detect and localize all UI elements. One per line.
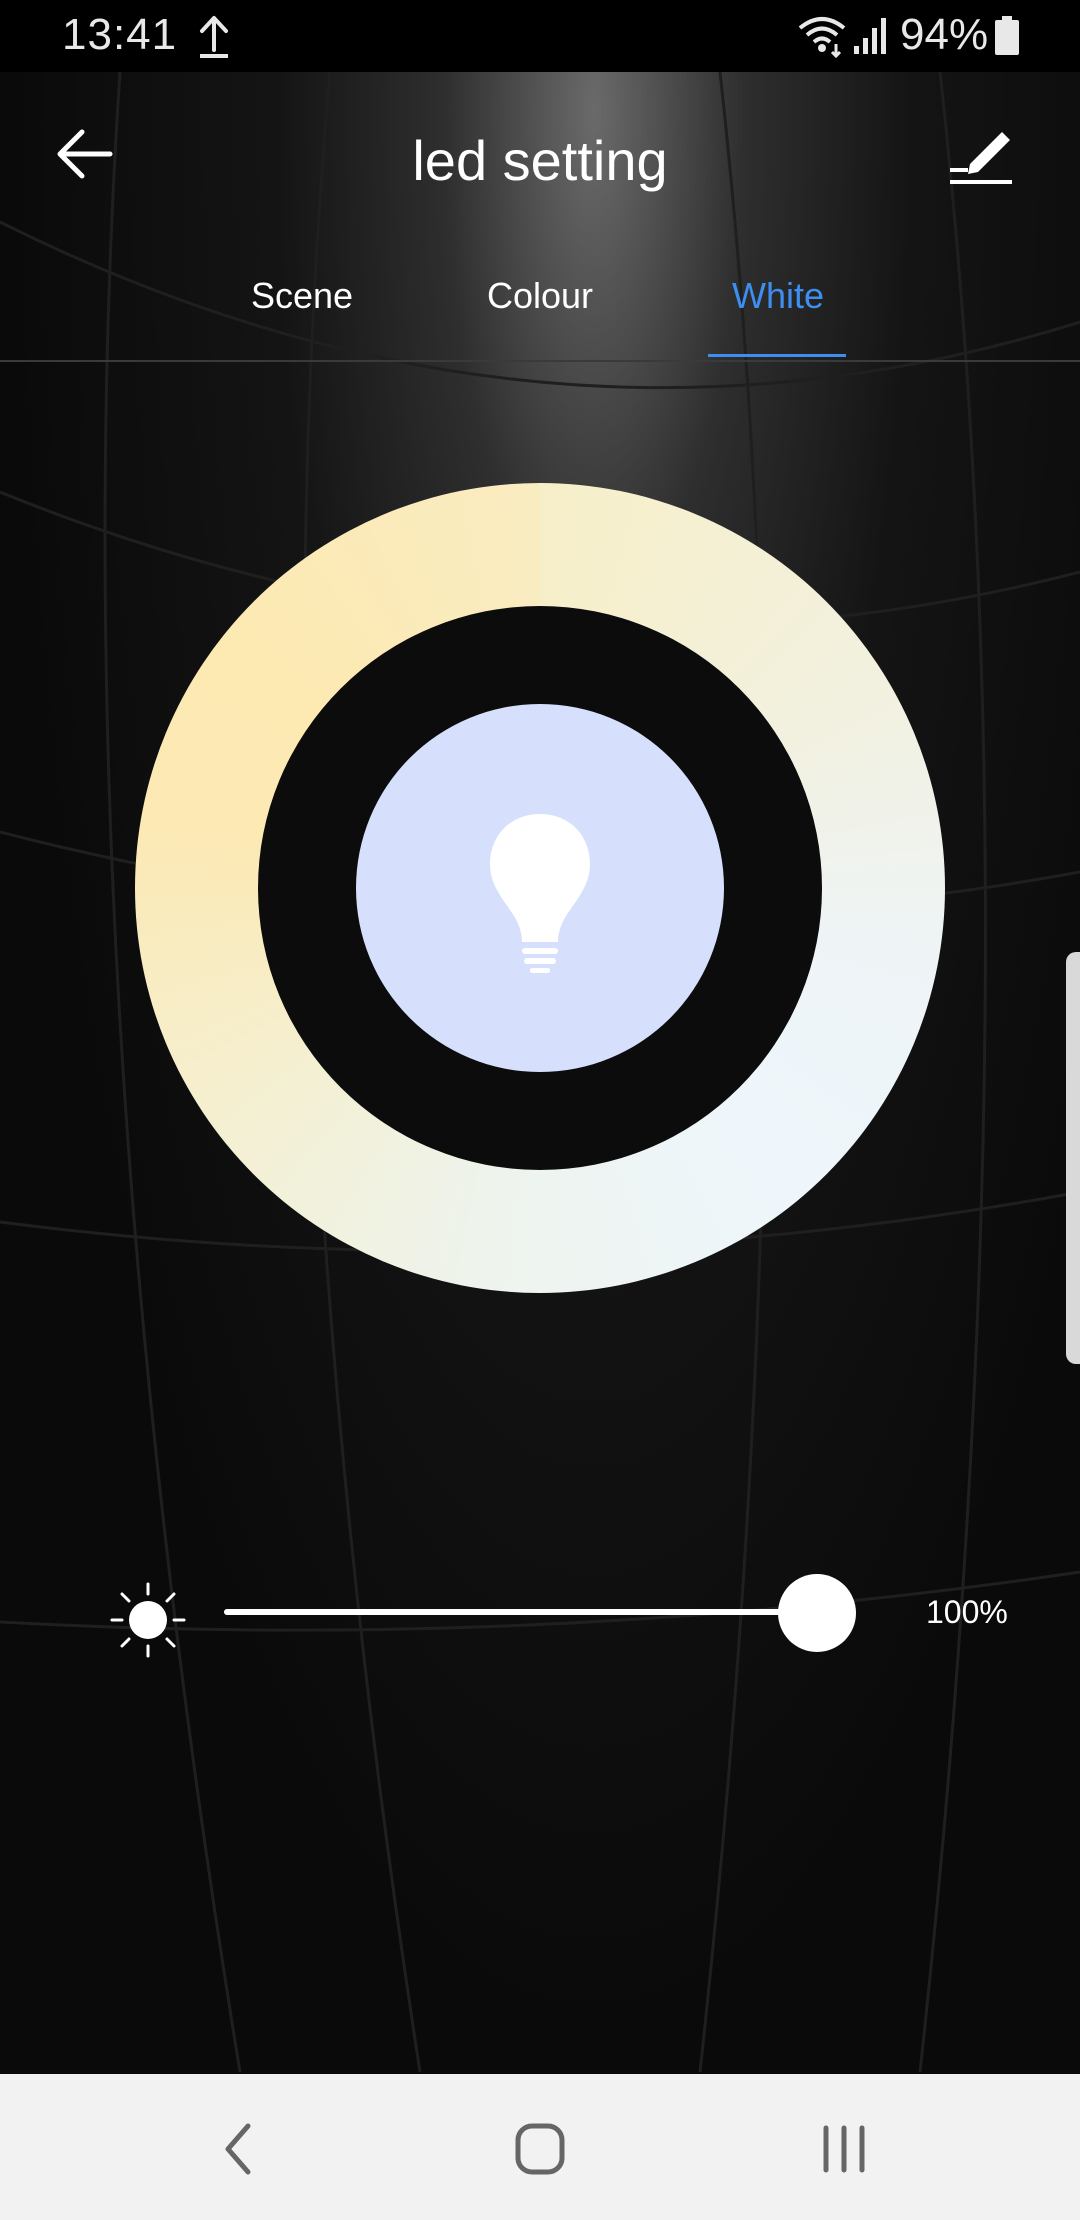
status-time: 13:41 [62, 10, 178, 59]
edit-button[interactable] [948, 122, 1020, 192]
wifi-icon [798, 17, 846, 58]
edge-panel-handle[interactable] [1066, 952, 1080, 1364]
page-title: led setting [412, 129, 668, 192]
signal-icon [854, 18, 886, 54]
battery-percent: 94% [900, 10, 989, 59]
sun-icon [110, 1582, 186, 1658]
system-nav-bar [0, 2074, 1080, 2220]
brightness-slider-thumb[interactable] [778, 1574, 856, 1652]
header-divider [0, 360, 1080, 362]
status-bar: 13:41 94% [0, 0, 1080, 72]
nav-recents-button[interactable] [804, 2114, 884, 2184]
nav-back-icon [225, 2123, 251, 2175]
upload-icon [200, 16, 228, 58]
edit-pencil-icon [950, 132, 1012, 184]
brightness-slider-fill [224, 1609, 817, 1615]
tab-white[interactable]: White [708, 275, 848, 362]
light-bulb-icon [490, 814, 590, 973]
nav-recents-icon [823, 2125, 865, 2173]
header: led setting Scene Colour White [0, 72, 1080, 362]
nav-back-button[interactable] [200, 2114, 280, 2184]
nav-home-icon [515, 2123, 565, 2175]
tab-bar: Scene Colour White [0, 267, 1080, 362]
brightness-row: 100% [0, 1560, 1080, 1670]
tab-colour[interactable]: Colour [460, 275, 620, 362]
screen: 13:41 94% led setting Scene Colour White… [0, 0, 1080, 2220]
bulb-toggle[interactable] [356, 704, 724, 1072]
nav-home-button[interactable] [500, 2114, 580, 2184]
tab-scene[interactable]: Scene [222, 275, 382, 362]
brightness-slider[interactable] [224, 1609, 856, 1615]
battery-icon [995, 16, 1019, 55]
brightness-value: 100% [926, 1594, 1008, 1630]
